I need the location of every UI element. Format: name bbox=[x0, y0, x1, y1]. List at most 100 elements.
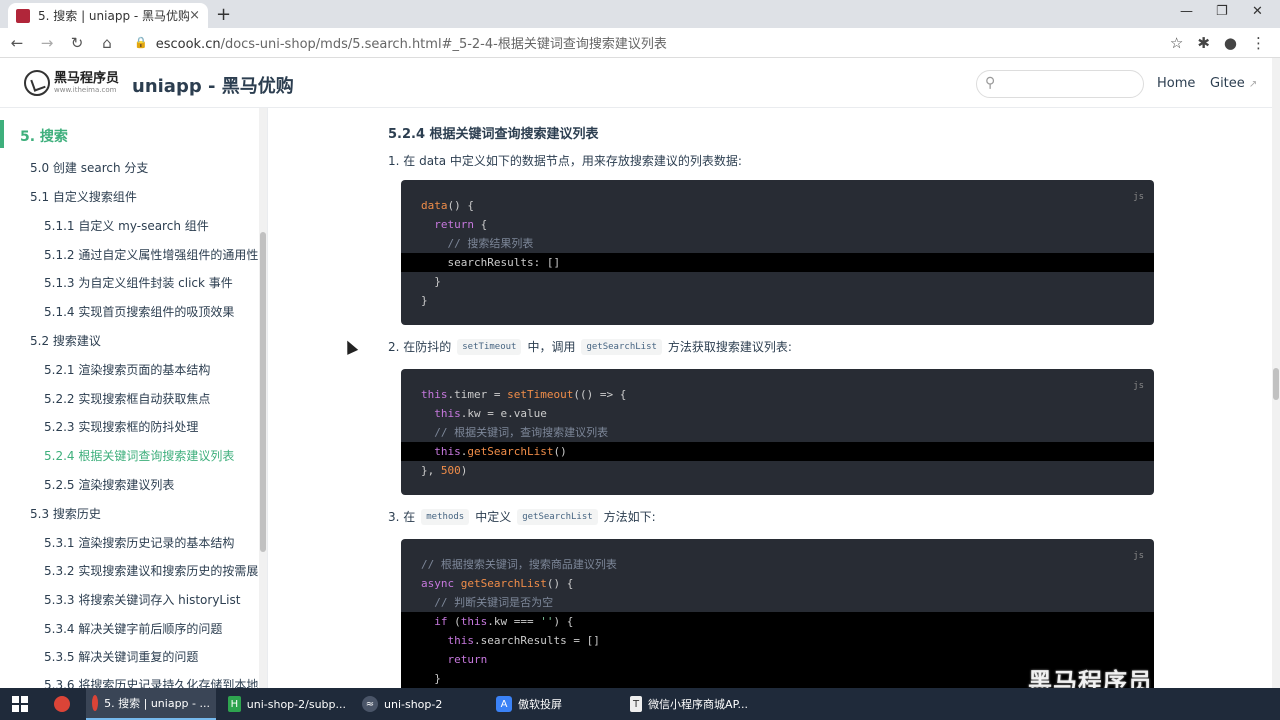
sidebar-item[interactable]: 5.2 搜索建议 bbox=[30, 332, 101, 349]
maximize-icon[interactable]: ❐ bbox=[1216, 4, 1228, 19]
site-favicon-icon bbox=[16, 8, 30, 23]
sidebar-item[interactable]: 5.2.3 实现搜索框的防抖处理 bbox=[44, 418, 198, 435]
tab-title: 5. 搜索 | uniapp - 黑马优购 bbox=[38, 9, 190, 23]
reload-icon[interactable]: ↻ bbox=[64, 34, 90, 52]
inline-code: getSearchList bbox=[581, 338, 662, 355]
nav-home-link[interactable]: Home bbox=[1157, 76, 1195, 91]
step-2-text: 2. 在防抖的 setTimeout 中，调用 getSearchList 方法获取搜索… bbox=[388, 338, 792, 355]
typora-icon: T bbox=[630, 696, 643, 712]
taskbar-item-screencast[interactable]: A 傲软投屏 bbox=[490, 688, 620, 720]
sidebar-item[interactable]: 5.1.1 自定义 my-search 组件 bbox=[44, 217, 209, 234]
sidebar-item[interactable]: 5.3.2 实现搜索建议和搜索历史的按需展示 bbox=[44, 562, 267, 579]
wechat-devtools-icon: ≈ bbox=[362, 696, 378, 712]
sidebar-heading[interactable]: 5. 搜索 bbox=[20, 126, 68, 146]
sidebar-item[interactable]: 5.3.5 解决关键词重复的问题 bbox=[44, 648, 198, 665]
sidebar-item[interactable]: 5.3.6 将搜索历史记录持久化存储到本地 bbox=[44, 676, 258, 688]
sidebar-item[interactable]: 5.1.4 实现首页搜索组件的吸顶效果 bbox=[44, 303, 234, 320]
search-icon: ⚲ bbox=[985, 75, 996, 91]
code-line: searchResults: [] bbox=[421, 256, 561, 269]
external-link-icon: ↗ bbox=[1248, 79, 1258, 90]
step-3-text: 3. 在 methods 中定义 getSearchList 方法如下: bbox=[388, 508, 656, 525]
page-scroll-thumb[interactable] bbox=[1273, 368, 1279, 400]
back-icon[interactable]: ← bbox=[4, 34, 30, 52]
inline-code: setTimeout bbox=[457, 338, 522, 355]
tab-close-icon[interactable]: × bbox=[189, 8, 200, 23]
step-1-text: 1. 在 data 中定义如下的数据节点，用来存放搜索建议的列表数据: bbox=[388, 154, 742, 168]
code-line: async getSearchList() { bbox=[421, 577, 574, 590]
site-header: 黑马程序员 www.itheima.com uniapp - 黑马优购 ⚲ Ho… bbox=[0, 58, 1280, 108]
new-tab-button[interactable]: + bbox=[216, 4, 231, 25]
code-line: if (this.kw === '') { bbox=[434, 615, 574, 628]
code-line: } bbox=[421, 672, 441, 685]
code-line: this.timer = setTimeout(() => { bbox=[421, 388, 627, 401]
chrome-icon bbox=[54, 696, 70, 712]
screencast-icon: A bbox=[496, 696, 512, 712]
close-window-icon[interactable]: ✕ bbox=[1252, 4, 1263, 19]
taskbar-chrome-pinned[interactable] bbox=[48, 688, 82, 720]
sidebar-item[interactable]: 5.3.3 将搜索关键词存入 historyList bbox=[44, 591, 240, 608]
minimize-icon[interactable]: — bbox=[1180, 4, 1193, 19]
code-line: // 搜索结果列表 bbox=[447, 237, 534, 250]
section-heading: 5.2.4 根据关键词查询搜索建议列表 bbox=[388, 127, 599, 142]
code-line: return bbox=[447, 653, 488, 666]
code-line: data() { bbox=[421, 199, 474, 212]
code-line: this.kw = e.value bbox=[434, 407, 547, 420]
code-lang-label: js bbox=[1133, 192, 1144, 202]
logo-icon bbox=[24, 70, 50, 96]
taskbar-item-devtools[interactable]: ≈ uni-shop-2 bbox=[356, 688, 486, 720]
sidebar-item[interactable]: 5.3.1 渲染搜索历史记录的基本结构 bbox=[44, 534, 234, 551]
logo[interactable]: 黑马程序员 www.itheima.com bbox=[24, 70, 119, 96]
sidebar-item[interactable]: 5.3 搜索历史 bbox=[30, 505, 101, 522]
profile-icon[interactable]: ● bbox=[1224, 34, 1237, 52]
sidebar-item-active[interactable]: 5.2.4 根据关键词查询搜索建议列表 bbox=[44, 447, 234, 464]
logo-text: 黑马程序员 bbox=[54, 71, 120, 86]
taskbar-item-browser[interactable]: 5. 搜索 | uniapp - ... bbox=[86, 688, 216, 720]
browser-tab[interactable]: 5. 搜索 | uniapp - 黑马优购 × bbox=[8, 3, 208, 28]
sidebar-active-indicator bbox=[0, 120, 4, 148]
sidebar-item[interactable]: 5.1.3 为自定义组件封装 click 事件 bbox=[44, 274, 233, 291]
code-line: this.getSearchList() bbox=[434, 445, 567, 458]
code-line: } bbox=[421, 275, 441, 288]
search-input[interactable]: ⚲ bbox=[976, 70, 1144, 98]
code-line: return { bbox=[434, 218, 488, 231]
code-lang-label: js bbox=[1133, 551, 1144, 561]
sidebar-item[interactable]: 5.2.1 渲染搜索页面的基本结构 bbox=[44, 361, 210, 378]
site-title[interactable]: uniapp - 黑马优购 bbox=[132, 72, 294, 98]
lock-icon[interactable]: 🔒 bbox=[134, 36, 148, 49]
forward-icon[interactable]: → bbox=[34, 34, 60, 52]
sidebar-item[interactable]: 5.1.2 通过自定义属性增强组件的通用性 bbox=[44, 246, 258, 263]
address-bar: ← → ↻ ⌂ 🔒 escook.cn/docs-uni-shop/mds/5.… bbox=[0, 28, 1280, 58]
bookmark-star-icon[interactable]: ☆ bbox=[1170, 34, 1183, 52]
taskbar-item-hbuilder[interactable]: Huni-shop-2/subp... bbox=[222, 688, 352, 720]
code-line: } bbox=[421, 294, 428, 307]
sidebar-item[interactable]: 5.3.4 解决关键字前后顺序的问题 bbox=[44, 620, 222, 637]
extensions-icon[interactable]: ✱ bbox=[1197, 34, 1210, 52]
menu-icon[interactable]: ⋮ bbox=[1251, 34, 1266, 52]
inline-code: methods bbox=[421, 508, 470, 525]
sidebar-item[interactable]: 5.0 创建 search 分支 bbox=[30, 159, 148, 176]
code-line: // 根据关键词，查询搜索建议列表 bbox=[434, 426, 609, 439]
code-line: // 判断关键词是否为空 bbox=[434, 596, 554, 609]
code-block-1: js data() { return { // 搜索结果列表 searchRes… bbox=[401, 180, 1154, 325]
sidebar-item[interactable]: 5.2.2 实现搜索框自动获取焦点 bbox=[44, 390, 210, 407]
sidebar-scroll-thumb[interactable] bbox=[260, 232, 266, 552]
browser-tab-bar: 5. 搜索 | uniapp - 黑马优购 × + — ❐ ✕ bbox=[0, 0, 1280, 28]
url-field[interactable]: escook.cn/docs-uni-shop/mds/5.search.htm… bbox=[156, 33, 1170, 52]
nav-gitee-link[interactable]: Gitee ↗ bbox=[1210, 76, 1257, 91]
sidebar-item[interactable]: 5.1 自定义搜索组件 bbox=[30, 188, 137, 205]
hbuilder-icon: H bbox=[228, 696, 241, 712]
code-line: }, 500) bbox=[421, 464, 468, 477]
code-line: this.searchResults = [] bbox=[447, 634, 600, 647]
main-content: 5.2.4 根据关键词查询搜索建议列表 1. 在 data 中定义如下的数据节点… bbox=[269, 108, 1272, 688]
code-lang-label: js bbox=[1133, 381, 1144, 391]
windows-start-icon[interactable] bbox=[12, 696, 28, 712]
code-line: // 根据搜索关键词，搜索商品建议列表 bbox=[421, 558, 617, 571]
home-icon[interactable]: ⌂ bbox=[94, 34, 120, 52]
sidebar-item[interactable]: 5.2.5 渲染搜索建议列表 bbox=[44, 476, 174, 493]
taskbar: 5. 搜索 | uniapp - ... Huni-shop-2/subp...… bbox=[0, 688, 1280, 720]
logo-subtext: www.itheima.com bbox=[54, 86, 117, 94]
chrome-icon bbox=[92, 695, 99, 711]
taskbar-item-typora[interactable]: T 微信小程序商城AP... bbox=[624, 688, 754, 720]
code-block-2: js this.timer = setTimeout(() => { this.… bbox=[401, 369, 1154, 495]
inline-code: getSearchList bbox=[517, 508, 598, 525]
